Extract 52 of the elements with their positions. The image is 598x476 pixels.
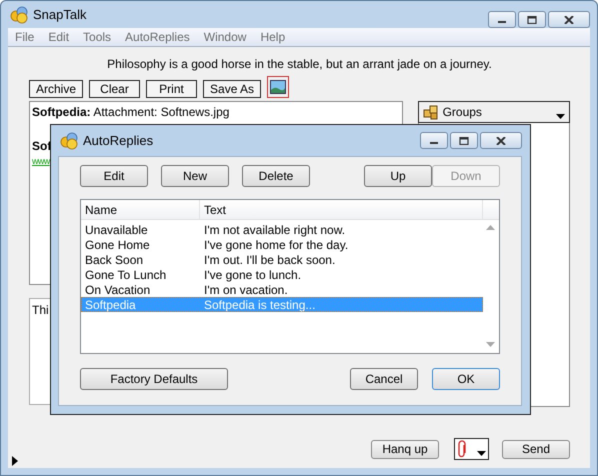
maximize-button[interactable] bbox=[518, 11, 546, 28]
caret-icon bbox=[477, 451, 486, 456]
close-button[interactable] bbox=[548, 11, 590, 28]
column-header[interactable]: Name bbox=[81, 200, 200, 219]
dialog-button[interactable]: New bbox=[161, 165, 229, 187]
dialog-title: AutoReplies bbox=[83, 133, 154, 148]
groups-dropdown[interactable]: Groups bbox=[418, 101, 570, 123]
app-icon bbox=[10, 6, 28, 24]
maximize-icon bbox=[527, 16, 537, 24]
expand-icon[interactable] bbox=[12, 456, 18, 466]
minimize-button[interactable] bbox=[488, 11, 516, 28]
maximize-icon bbox=[459, 136, 469, 144]
menu-item[interactable]: Edit bbox=[41, 30, 76, 44]
chat-sender: Sof bbox=[32, 139, 52, 153]
ok-button[interactable]: OK bbox=[432, 368, 500, 390]
dialog-button[interactable]: Edit bbox=[80, 165, 148, 187]
close-button[interactable] bbox=[480, 132, 522, 149]
window-title: SnapTalk bbox=[33, 7, 86, 22]
up-button[interactable]: Up bbox=[364, 165, 432, 187]
chat-message: Softpedia: Attachment: Softnews.jpg bbox=[32, 105, 230, 119]
close-icon bbox=[564, 16, 574, 24]
menu-item[interactable]: AutoReplies bbox=[118, 30, 197, 44]
quote-text: Philosophy is a good horse in the stable, but an arrant jade on a journey. bbox=[106, 57, 493, 73]
factory-defaults-button[interactable]: Factory Defaults bbox=[80, 368, 228, 390]
menu-item[interactable]: Tools bbox=[76, 30, 118, 44]
image-button[interactable] bbox=[267, 76, 290, 98]
maximize-button[interactable] bbox=[450, 132, 478, 149]
toolbar-button[interactable]: Archive bbox=[29, 80, 84, 98]
toolbar-button[interactable]: Print bbox=[146, 80, 198, 98]
column-header[interactable]: Text bbox=[200, 200, 483, 219]
app-icon bbox=[60, 132, 78, 150]
cancel-button[interactable]: Cancel bbox=[350, 368, 418, 390]
dialog-button[interactable]: Delete bbox=[242, 165, 310, 187]
menu-item[interactable]: File bbox=[8, 30, 42, 44]
toolbar-button[interactable]: Clear bbox=[89, 80, 140, 98]
list-row[interactable]: Gone To Lunch I've gone to lunch. bbox=[81, 267, 483, 282]
landscape-icon bbox=[270, 80, 286, 94]
hangup-button[interactable]: Hanq up bbox=[371, 440, 439, 458]
send-button[interactable]: Send bbox=[502, 440, 570, 458]
menu-item[interactable]: Help bbox=[253, 30, 292, 44]
cubes-icon bbox=[422, 104, 439, 120]
paperclip-icon bbox=[457, 440, 467, 458]
caret-icon bbox=[556, 114, 565, 119]
list-row[interactable]: Unavailable I'm not available right now. bbox=[81, 222, 483, 237]
list-row[interactable]: On Vacation I'm on vacation. bbox=[81, 282, 483, 297]
list-row[interactable]: Gone Home I've gone home for the day. bbox=[81, 237, 483, 252]
menu-item[interactable]: Window bbox=[196, 30, 254, 44]
minimize-button[interactable] bbox=[420, 132, 448, 149]
close-icon bbox=[496, 136, 506, 144]
attach-dropdown[interactable] bbox=[454, 438, 489, 460]
list-row[interactable]: Back Soon I'm out. I'll be back soon. bbox=[81, 252, 483, 267]
toolbar-button[interactable]: Save As bbox=[203, 80, 262, 98]
